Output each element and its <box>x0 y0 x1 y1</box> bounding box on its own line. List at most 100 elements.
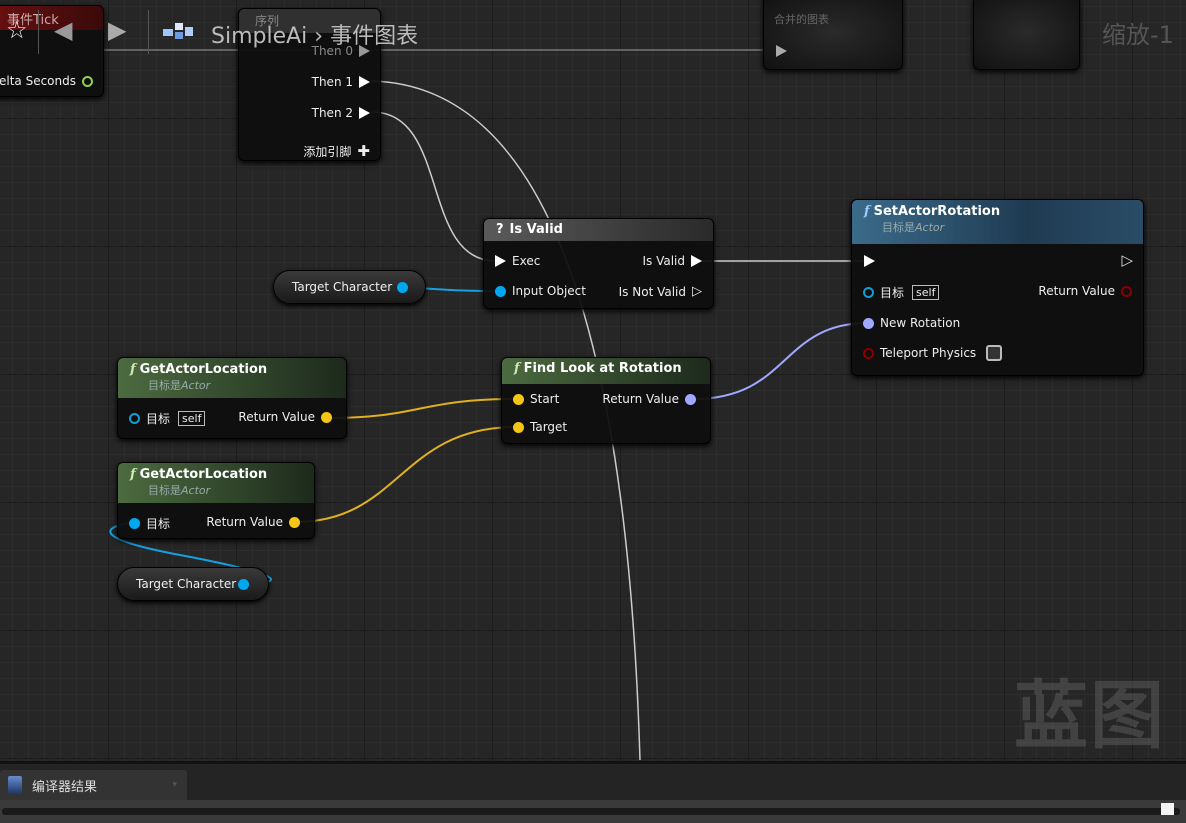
return-value-pin[interactable]: Return Value <box>602 392 696 406</box>
then1-label: Then 1 <box>311 75 353 89</box>
start-label: Start <box>530 392 560 406</box>
teleport-physics-pin[interactable]: Teleport Physics <box>863 345 1003 361</box>
exec-wire-then2 <box>371 111 497 262</box>
breadcrumb-root[interactable]: SimpleAi <box>211 24 307 49</box>
is-valid-header: ? Is Valid <box>484 219 713 241</box>
then2-label: Then 2 <box>311 106 353 120</box>
breadcrumb-current: 事件图表 <box>330 24 419 49</box>
function-icon: f <box>864 204 870 219</box>
return-value-label: Return Value <box>206 515 283 529</box>
target-label: Target <box>530 420 568 434</box>
self-field[interactable]: self <box>178 411 206 426</box>
exec-pin-icon <box>691 255 702 267</box>
set-actor-rotation-title: SetActorRotation <box>873 204 1001 219</box>
target-pin[interactable]: Target <box>513 420 567 434</box>
find-look-header: f Find Look at Rotation <box>502 358 710 384</box>
return-value-pin[interactable]: Return Value <box>206 515 300 529</box>
breadcrumb: SimpleAi › 事件图表 <box>211 18 418 50</box>
get-actor-location-node-2[interactable]: f GetActorLocation 目标是Actor 目标 Return Valu… <box>117 462 315 539</box>
find-look-at-rotation-node[interactable]: f Find Look at Rotation Start Target Retu… <box>501 357 711 444</box>
collapsed-graph-subtitle: 合并的图表 <box>774 13 829 26</box>
tab-close-icon[interactable]: ▾ <box>172 780 177 790</box>
get-actor-location-header: f GetActorLocation 目标是Actor <box>118 463 314 503</box>
return-value-pin[interactable]: Return Value <box>1038 284 1132 298</box>
new-rotation-pin[interactable]: New Rotation <box>863 316 960 330</box>
target-pin[interactable]: 目标 <box>129 515 170 532</box>
teleport-physics-checkbox[interactable] <box>986 345 1003 361</box>
is-valid-out-pin[interactable]: Is Valid <box>642 254 702 268</box>
is-not-valid-pin[interactable]: Is Not Valid ▷ <box>619 284 702 299</box>
tab-compiler-results[interactable]: 编译器结果 ▾ <box>0 770 187 800</box>
bottom-panel: 编译器结果 ▾ <box>0 761 1186 823</box>
compiler-results-icon <box>8 776 22 794</box>
target-is-label: 目标是 <box>148 379 181 392</box>
target-class: Actor <box>181 379 211 392</box>
add-pin-button[interactable]: 添加引脚 ✚ <box>303 142 370 160</box>
get-actor-location-title: GetActorLocation <box>139 362 268 377</box>
find-look-title: Find Look at Rotation <box>523 361 682 376</box>
object-pin-icon[interactable] <box>238 579 249 590</box>
is-valid-label: Is Valid <box>642 254 685 268</box>
new-rotation-label: New Rotation <box>880 316 961 330</box>
plus-icon: ✚ <box>357 142 370 160</box>
rotator-pin-icon <box>863 317 874 329</box>
object-pin-icon[interactable] <box>397 282 408 293</box>
star-icon[interactable]: ☆ <box>6 16 28 44</box>
self-field[interactable]: self <box>912 285 940 300</box>
teleport-physics-label: Teleport Physics <box>880 346 977 360</box>
input-object-label: Input Object <box>512 284 586 298</box>
target-label: 目标 <box>146 517 171 531</box>
target-character-var-1[interactable]: Target Character <box>273 270 426 304</box>
vector-pin-icon <box>513 421 524 433</box>
toolbar-divider <box>38 10 39 54</box>
input-object-pin[interactable]: Input Object <box>495 284 586 298</box>
is-valid-title: Is Valid <box>509 222 563 237</box>
delta-seconds-pin[interactable]: elta Seconds <box>0 74 93 88</box>
delta-seconds-label: elta Seconds <box>0 74 76 88</box>
target-label: 目标 <box>146 412 171 426</box>
is-valid-node[interactable]: ? Is Valid Exec Input Object Is Valid Is … <box>483 218 714 309</box>
back-arrow-icon[interactable]: ◀ <box>54 16 72 44</box>
target-character-label: Target Character <box>136 577 237 591</box>
collapsed-node-2[interactable] <box>973 0 1080 70</box>
vector-pin-icon <box>321 411 332 423</box>
get-actor-location-header: f GetActorLocation 目标是Actor <box>118 358 346 398</box>
return-value-pin[interactable]: Return Value <box>238 410 332 424</box>
bool-pin-icon <box>1121 285 1132 297</box>
target-pin[interactable]: 目标 self <box>129 410 206 427</box>
vector-pin-icon <box>513 393 524 405</box>
then2-pin[interactable]: Then 2 <box>312 106 370 120</box>
exec-pin-icon <box>495 255 506 267</box>
exec-in-pin[interactable] <box>864 255 875 267</box>
set-actor-rotation-node[interactable]: f SetActorRotation 目标是Actor ▷ 目标 self Retur… <box>851 199 1144 376</box>
float-pin-icon <box>82 75 93 87</box>
exec-out-pin[interactable]: ▷ <box>1121 251 1133 269</box>
exec-pin-icon[interactable] <box>776 45 787 57</box>
breadcrumb-separator: › <box>314 24 324 49</box>
exec-in-pin[interactable]: Exec <box>495 254 540 268</box>
bool-pin-icon <box>863 347 874 359</box>
function-icon: f <box>130 467 136 482</box>
target-is-label: 目标是 <box>882 221 915 234</box>
collapsed-graph-node[interactable]: 合并的图表 <box>763 0 903 70</box>
target-character-var-2[interactable]: Target Character <box>117 567 269 601</box>
target-pin[interactable]: 目标 self <box>863 284 940 301</box>
vector-pin-icon <box>289 516 300 528</box>
function-icon: f <box>130 362 136 377</box>
blueprint-watermark: 蓝图 <box>1014 673 1166 759</box>
object-pin-icon <box>129 518 140 529</box>
exec-pin-icon <box>359 107 370 119</box>
target-class: Actor <box>181 484 211 497</box>
return-value-label: Return Value <box>1038 284 1115 298</box>
vector-wire-start <box>327 398 517 419</box>
zoom-level: 缩放-1 <box>1102 21 1174 49</box>
scrollbar-thumb[interactable] <box>1161 803 1174 815</box>
compiler-results-label: 编译器结果 <box>32 779 98 795</box>
start-pin[interactable]: Start <box>513 392 559 406</box>
exec-pin-icon <box>359 76 370 88</box>
then1-pin[interactable]: Then 1 <box>312 75 370 89</box>
get-actor-location-node-1[interactable]: f GetActorLocation 目标是Actor 目标 self Return … <box>117 357 347 439</box>
function-icon: f <box>514 361 520 376</box>
forward-arrow-icon[interactable]: ▶ <box>108 16 126 44</box>
scrollbar-track[interactable] <box>2 808 1180 815</box>
